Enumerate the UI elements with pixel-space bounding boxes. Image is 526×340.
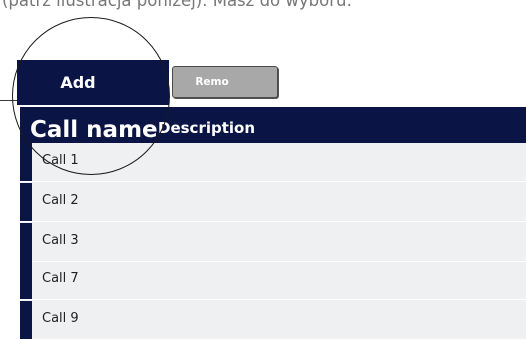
- row-selector-bar: [20, 223, 32, 261]
- add-button-label: Add: [60, 73, 96, 92]
- row-call-name: Call 7: [42, 271, 79, 286]
- add-button[interactable]: Add: [17, 60, 169, 105]
- column-header-description[interactable]: Description: [158, 119, 255, 137]
- column-header-call-name[interactable]: Call name: [30, 117, 158, 143]
- row-selector-bar: [20, 301, 32, 339]
- row-selector-bar: [20, 183, 32, 221]
- table-row[interactable]: Call 2: [20, 183, 526, 222]
- row-call-name: Call 3: [42, 233, 79, 248]
- remove-button-label: Remo: [195, 76, 229, 88]
- row-selector-bar: [20, 261, 32, 299]
- table-header: Call name Description: [20, 107, 526, 143]
- row-call-name: Call 1: [42, 153, 79, 168]
- table-row[interactable]: Call 9: [20, 301, 526, 340]
- row-call-name: Call 2: [42, 193, 79, 208]
- table-row[interactable]: Call 3: [20, 223, 526, 262]
- remove-button[interactable]: Remo: [172, 66, 278, 98]
- row-call-name: Call 9: [42, 311, 79, 326]
- table-body: Call 1 Call 2 Call 3 Call 7 Call 9: [20, 143, 526, 340]
- calls-table: Call name Description Call 1 Call 2 Call…: [20, 107, 526, 340]
- intro-text: (patrz ilustracja poniżej). Masz do wybo…: [2, 0, 353, 10]
- table-row[interactable]: Call 1: [20, 143, 526, 182]
- row-selector-bar: [20, 143, 32, 181]
- table-row[interactable]: Call 7: [20, 261, 526, 300]
